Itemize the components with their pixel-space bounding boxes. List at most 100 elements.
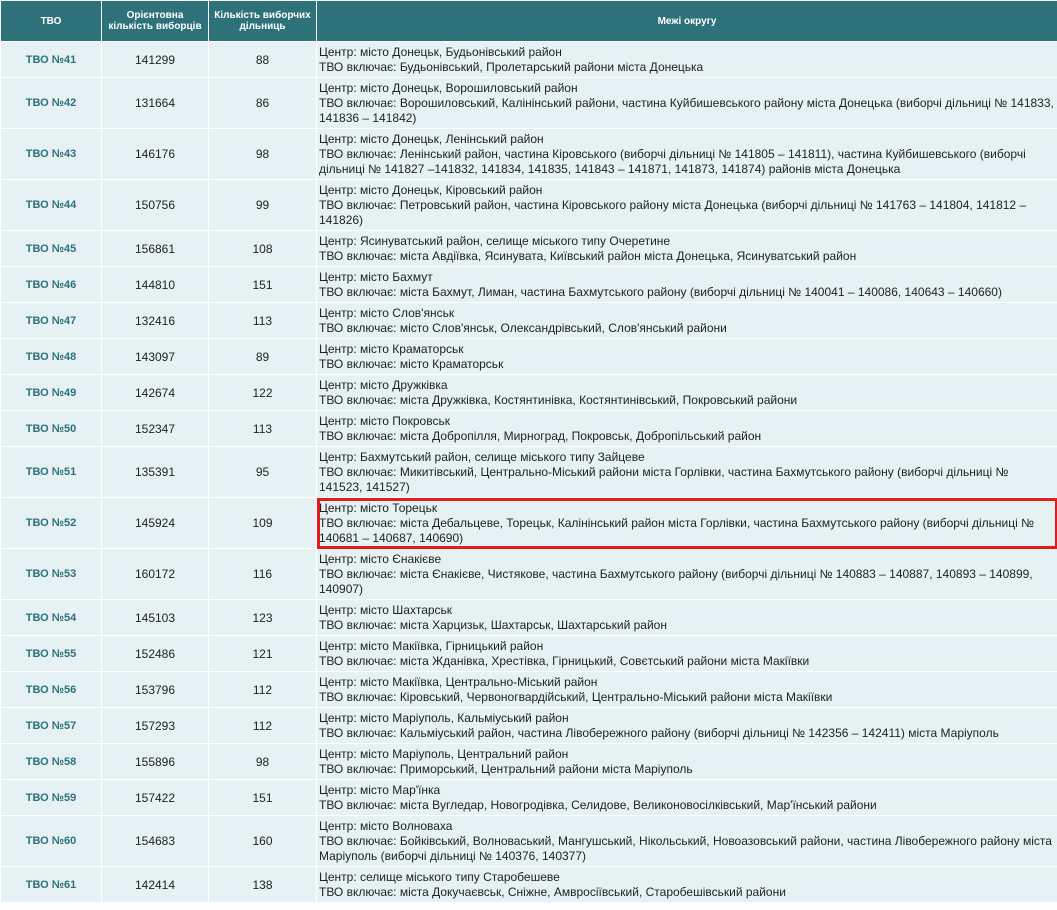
district-includes: ТВО включає: міста Дебальцеве, Торецьк, … (319, 516, 1034, 545)
district-center: Центр: місто Донецьк, Ворошиловський рай… (319, 81, 578, 95)
district-includes: ТВО включає: міста Докучаєвськ, Сніжне, … (319, 885, 786, 899)
tvo-cell: ТВО №49 (0, 374, 102, 411)
bounds-cell: Центр: місто Макіївка, Центрально-Міськи… (316, 671, 1057, 708)
table-row: ТВО №50 152347 113 Центр: місто Покровськ ТВ… (0, 410, 1057, 447)
bounds-cell: Центр: місто Донецьк, Ленінський район ТВ… (316, 128, 1057, 180)
table-row: ТВО №56 153796 112 Центр: місто Макіївка, Ц… (0, 671, 1057, 708)
district-includes: ТВО включає: міста Вугледар, Новогродівк… (319, 798, 877, 812)
voters-cell: 135391 (101, 446, 209, 498)
voters-cell: 145924 (101, 497, 209, 549)
tvo-cell: ТВО №48 (0, 338, 102, 375)
stations-cell: 109 (208, 497, 317, 549)
stations-cell: 151 (208, 266, 317, 303)
table-row: ТВО №60 154683 160 Центр: місто Волноваха ТВ… (0, 815, 1057, 867)
bounds-cell: Центр: місто Макіївка, Гірницький район Т… (316, 635, 1057, 672)
bounds-cell: Центр: місто Бахмут ТВО включає: міста Ба… (316, 266, 1057, 303)
stations-cell: 98 (208, 743, 317, 780)
table-row: ТВО №52 145924 109 Центр: місто Торецьк ТВО … (0, 497, 1057, 549)
district-center: Центр: місто Покровськ (319, 414, 450, 428)
tvo-cell: ТВО №55 (0, 635, 102, 672)
table-row: ТВО №44 150756 99 Центр: місто Донецьк, Кір… (0, 179, 1057, 231)
district-includes: ТВО включає: міста Харцизьк, Шахтарськ, … (319, 618, 667, 632)
district-center: Центр: місто Макіївка, Центрально-Міськи… (319, 675, 598, 689)
stations-cell: 121 (208, 635, 317, 672)
bounds-cell: Центр: місто Покровськ ТВО включає: міста… (316, 410, 1057, 447)
district-includes: ТВО включає: місто Краматорськ (319, 357, 504, 371)
district-includes: ТВО включає: міста Авдіївка, Ясинувата, … (319, 249, 857, 263)
table-row: ТВО №46 144810 151 Центр: місто Бахмут ТВО в… (0, 266, 1057, 303)
stations-cell: 99 (208, 179, 317, 231)
tvo-cell: ТВО №52 (0, 497, 102, 549)
stations-cell: 151 (208, 779, 317, 816)
district-includes: ТВО включає: Будьонівський, Пролетарськи… (319, 60, 704, 74)
table-row: ТВО №42 131664 86 Центр: місто Донецьк, Вор… (0, 77, 1057, 129)
bounds-cell: Центр: місто Волноваха ТВО включає: Бойкі… (316, 815, 1057, 867)
table-row: ТВО №53 160172 116 Центр: місто Єнакієве ТВО… (0, 548, 1057, 600)
tvo-cell: ТВО №46 (0, 266, 102, 303)
voters-cell: 157293 (101, 707, 209, 744)
stations-cell: 138 (208, 866, 317, 903)
table-row: ТВО №61 142414 138 Центр: селище міського т… (0, 866, 1057, 903)
voters-cell: 145103 (101, 599, 209, 636)
header-row: ТВО Орієнтовна кількість виборців Кількі… (0, 0, 1057, 42)
voters-cell: 142414 (101, 866, 209, 903)
table-row: ТВО №55 152486 121 Центр: місто Макіївка, Г… (0, 635, 1057, 672)
voters-cell: 142674 (101, 374, 209, 411)
voters-cell: 141299 (101, 41, 209, 78)
header-bounds: Межі округу (316, 0, 1057, 42)
tvo-cell: ТВО №47 (0, 302, 102, 339)
tvo-cell: ТВО №42 (0, 77, 102, 129)
bounds-cell: Центр: місто Донецьк, Будьонівський райо… (316, 41, 1057, 78)
bounds-cell: Центр: місто Донецьк, Ворошиловський рай… (316, 77, 1057, 129)
district-center: Центр: місто Донецьк, Будьонівський райо… (319, 45, 562, 59)
stations-cell: 108 (208, 230, 317, 267)
district-includes: ТВО включає: міста Дружківка, Костянтині… (319, 393, 798, 407)
voters-cell: 150756 (101, 179, 209, 231)
table-row: ТВО №43 146176 98 Центр: місто Донецьк, Лен… (0, 128, 1057, 180)
stations-cell: 98 (208, 128, 317, 180)
table-row: ТВО №49 142674 122 Центр: місто Дружківка ТВ… (0, 374, 1057, 411)
district-center: Центр: місто Донецьк, Кіровський район (319, 183, 543, 197)
table-row: ТВО №45 156861 108 Центр: Ясинуватський рай… (0, 230, 1057, 267)
table-row: ТВО №47 132416 113 Центр: місто Слов'янськ Т… (0, 302, 1057, 339)
table-row: ТВО №48 143097 89 Центр: місто Краматорськ Т… (0, 338, 1057, 375)
district-center: Центр: селище міського типу Старобешеве (319, 870, 560, 884)
tvo-cell: ТВО №54 (0, 599, 102, 636)
bounds-cell: Центр: місто Єнакієве ТВО включає: міста … (316, 548, 1057, 600)
district-center: Центр: місто Мар'їнка (319, 783, 441, 797)
stations-cell: 123 (208, 599, 317, 636)
voters-cell: 157422 (101, 779, 209, 816)
district-center: Центр: місто Єнакієве (319, 552, 442, 566)
voters-cell: 160172 (101, 548, 209, 600)
district-center: Центр: місто Бахмут (319, 270, 433, 284)
highlighted-bounds-cell: Центр: місто Торецьк ТВО включає: міста Д… (316, 497, 1057, 549)
table-row: ТВО №59 157422 151 Центр: місто Мар'їнка ТВО… (0, 779, 1057, 816)
bounds-cell: Центр: Ясинуватський район, селище міськ… (316, 230, 1057, 267)
stations-cell: 88 (208, 41, 317, 78)
bounds-cell: Центр: місто Шахтарськ ТВО включає: міста… (316, 599, 1057, 636)
bounds-cell: Центр: місто Краматорськ ТВО включає: міс… (316, 338, 1057, 375)
district-center: Центр: Ясинуватський район, селище міськ… (319, 234, 671, 248)
voters-cell: 146176 (101, 128, 209, 180)
district-includes: ТВО включає: міста Жданівка, Хрестівка, … (319, 654, 810, 668)
tvo-cell: ТВО №60 (0, 815, 102, 867)
tvo-cell: ТВО №50 (0, 410, 102, 447)
stations-cell: 112 (208, 707, 317, 744)
stations-cell: 95 (208, 446, 317, 498)
voters-cell: 152486 (101, 635, 209, 672)
district-includes: ТВО включає: міста Бахмут, Лиман, частин… (319, 285, 1002, 299)
districts-table: ТВО Орієнтовна кількість виборців Кількі… (0, 0, 1057, 903)
tvo-cell: ТВО №53 (0, 548, 102, 600)
voters-cell: 152347 (101, 410, 209, 447)
district-includes: ТВО включає: Микитівський, Центрально-Мі… (319, 465, 1009, 494)
table-row: ТВО №58 155896 98 Центр: місто Маріуполь, Ц… (0, 743, 1057, 780)
stations-cell: 160 (208, 815, 317, 867)
district-includes: ТВО включає: Петровський район, частина … (319, 198, 1027, 227)
district-includes: ТВО включає: Кальміуський район, частина… (319, 726, 999, 740)
table-row: ТВО №54 145103 123 Центр: місто Шахтарськ ТВ… (0, 599, 1057, 636)
district-includes: ТВО включає: Бойківський, Волноваський, … (319, 834, 1052, 863)
district-includes: ТВО включає: міста Добропілля, Мирноград… (319, 429, 762, 443)
table-row: ТВО №51 135391 95 Центр: Бахмутський район,… (0, 446, 1057, 498)
district-center: Центр: місто Краматорськ (319, 342, 464, 356)
district-center: Центр: місто Маріуполь, Кальміуський рай… (319, 711, 569, 725)
